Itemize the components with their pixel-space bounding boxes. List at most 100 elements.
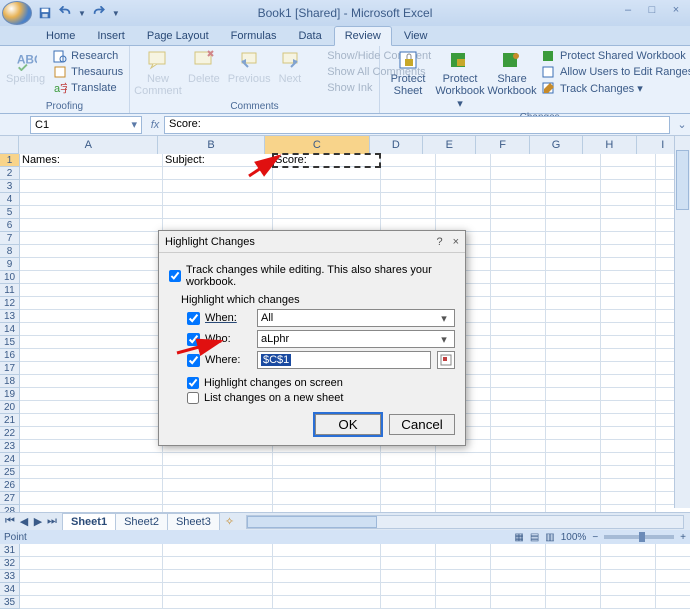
- cell-B24[interactable]: [163, 453, 273, 466]
- cell-H9[interactable]: [601, 258, 656, 271]
- row-header-3[interactable]: 3: [0, 180, 20, 193]
- row-header-32[interactable]: 32: [0, 557, 20, 570]
- cell-H35[interactable]: [601, 596, 656, 609]
- cell-D5[interactable]: [381, 206, 436, 219]
- cell-E3[interactable]: [436, 180, 491, 193]
- cell-F27[interactable]: [491, 492, 546, 505]
- row-header-7[interactable]: 7: [0, 232, 20, 245]
- qat-more-icon[interactable]: ▼: [112, 9, 120, 18]
- zoom-slider[interactable]: [604, 535, 674, 539]
- tab-home[interactable]: Home: [36, 27, 85, 45]
- cell-C25[interactable]: [273, 466, 381, 479]
- cell-E31[interactable]: [436, 544, 491, 557]
- cell-G18[interactable]: [546, 375, 601, 388]
- row-header-13[interactable]: 13: [0, 310, 20, 323]
- cell-C2[interactable]: [273, 167, 381, 180]
- cell-A6[interactable]: [20, 219, 163, 232]
- cell-I35[interactable]: [656, 596, 690, 609]
- thesaurus-button[interactable]: Thesaurus: [53, 65, 123, 79]
- translate-button[interactable]: a字Translate: [53, 81, 123, 95]
- row-header-27[interactable]: 27: [0, 492, 20, 505]
- cell-H26[interactable]: [601, 479, 656, 492]
- cell-G14[interactable]: [546, 323, 601, 336]
- cell-F6[interactable]: [491, 219, 546, 232]
- cell-D1[interactable]: [381, 154, 436, 167]
- cell-F9[interactable]: [491, 258, 546, 271]
- cell-H18[interactable]: [601, 375, 656, 388]
- cell-C27[interactable]: [273, 492, 381, 505]
- cell-A18[interactable]: [20, 375, 163, 388]
- cell-H31[interactable]: [601, 544, 656, 557]
- row-header-8[interactable]: 8: [0, 245, 20, 258]
- save-icon[interactable]: [38, 6, 52, 20]
- cell-G17[interactable]: [546, 362, 601, 375]
- cell-D33[interactable]: [381, 570, 436, 583]
- cell-G34[interactable]: [546, 583, 601, 596]
- cancel-button[interactable]: Cancel: [389, 414, 455, 435]
- list-on-sheet-checkbox[interactable]: List changes on a new sheet: [187, 392, 455, 404]
- cell-H34[interactable]: [601, 583, 656, 596]
- delete-comment-button[interactable]: Delete: [188, 49, 220, 85]
- row-header-20[interactable]: 20: [0, 401, 20, 414]
- cell-E27[interactable]: [436, 492, 491, 505]
- cell-A8[interactable]: [20, 245, 163, 258]
- cell-D4[interactable]: [381, 193, 436, 206]
- cell-D31[interactable]: [381, 544, 436, 557]
- cell-F16[interactable]: [491, 349, 546, 362]
- cell-G25[interactable]: [546, 466, 601, 479]
- cell-C33[interactable]: [273, 570, 381, 583]
- sheet-nav-last-icon[interactable]: ⏭: [46, 515, 58, 528]
- cell-F26[interactable]: [491, 479, 546, 492]
- cell-G32[interactable]: [546, 557, 601, 570]
- who-checkbox[interactable]: Who:: [187, 333, 251, 346]
- cell-G12[interactable]: [546, 297, 601, 310]
- row-header-10[interactable]: 10: [0, 271, 20, 284]
- cell-G24[interactable]: [546, 453, 601, 466]
- cell-G31[interactable]: [546, 544, 601, 557]
- cell-F34[interactable]: [491, 583, 546, 596]
- cell-F35[interactable]: [491, 596, 546, 609]
- undo-dropdown-icon[interactable]: ▼: [78, 9, 86, 18]
- cell-B32[interactable]: [163, 557, 273, 570]
- cell-H23[interactable]: [601, 440, 656, 453]
- cell-B25[interactable]: [163, 466, 273, 479]
- cell-D3[interactable]: [381, 180, 436, 193]
- cell-I33[interactable]: [656, 570, 690, 583]
- cell-A25[interactable]: [20, 466, 163, 479]
- row-header-15[interactable]: 15: [0, 336, 20, 349]
- cell-A3[interactable]: [20, 180, 163, 193]
- cell-H32[interactable]: [601, 557, 656, 570]
- office-button[interactable]: [2, 1, 32, 25]
- cell-A31[interactable]: [20, 544, 163, 557]
- formula-input[interactable]: Score:: [164, 116, 670, 134]
- insert-sheet-icon[interactable]: ✧: [225, 515, 234, 528]
- cell-H22[interactable]: [601, 427, 656, 440]
- cell-F13[interactable]: [491, 310, 546, 323]
- cell-B31[interactable]: [163, 544, 273, 557]
- cell-D27[interactable]: [381, 492, 436, 505]
- range-selector-button[interactable]: [437, 351, 455, 369]
- cell-F12[interactable]: [491, 297, 546, 310]
- cell-C5[interactable]: [273, 206, 381, 219]
- cell-A21[interactable]: [20, 414, 163, 427]
- cell-A10[interactable]: [20, 271, 163, 284]
- cell-A24[interactable]: [20, 453, 163, 466]
- cell-G23[interactable]: [546, 440, 601, 453]
- cell-H24[interactable]: [601, 453, 656, 466]
- cell-A13[interactable]: [20, 310, 163, 323]
- cell-F24[interactable]: [491, 453, 546, 466]
- row-header-22[interactable]: 22: [0, 427, 20, 440]
- tab-data[interactable]: Data: [288, 27, 331, 45]
- cell-E32[interactable]: [436, 557, 491, 570]
- cell-E5[interactable]: [436, 206, 491, 219]
- cell-A7[interactable]: [20, 232, 163, 245]
- cell-G11[interactable]: [546, 284, 601, 297]
- cell-D32[interactable]: [381, 557, 436, 570]
- row-header-16[interactable]: 16: [0, 349, 20, 362]
- cell-H2[interactable]: [601, 167, 656, 180]
- cell-E25[interactable]: [436, 466, 491, 479]
- cell-G6[interactable]: [546, 219, 601, 232]
- cell-H21[interactable]: [601, 414, 656, 427]
- cell-E34[interactable]: [436, 583, 491, 596]
- cell-C31[interactable]: [273, 544, 381, 557]
